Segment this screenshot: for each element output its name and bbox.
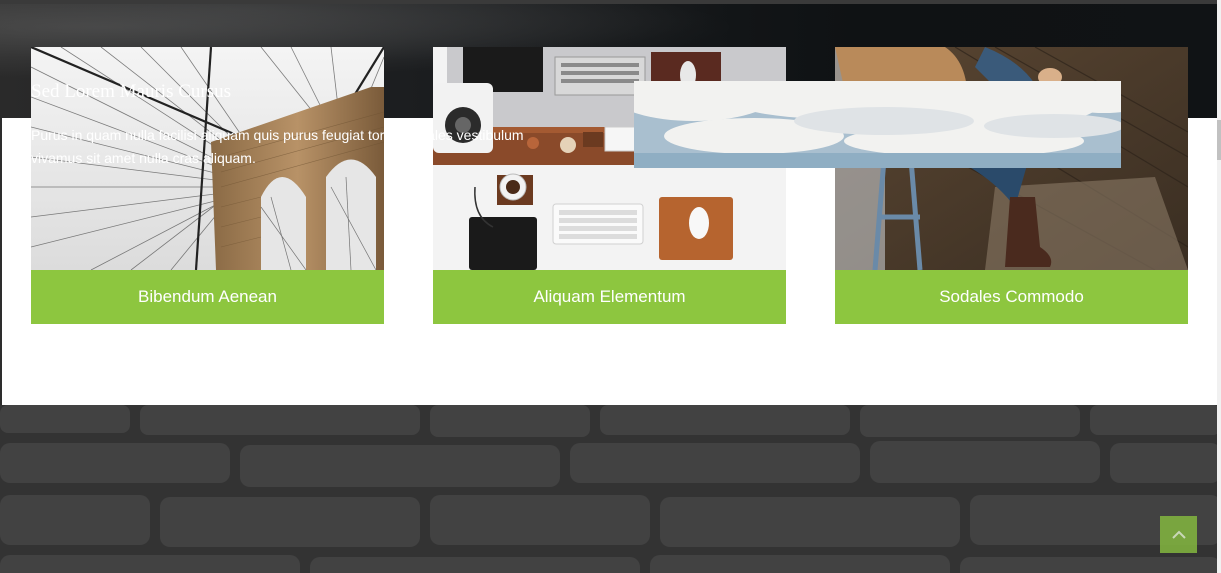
feature-title: Sed Lorem Mauris Cursus <box>31 81 232 102</box>
card-label[interactable]: Sodales Commodo <box>835 270 1188 324</box>
scrollbar-track[interactable] <box>1217 0 1221 573</box>
feature-section <box>0 405 1221 573</box>
page: Bibendum Aenean Aliquam Elementum Sodale… <box>0 0 1221 573</box>
sky-photo <box>634 81 1121 168</box>
brick-texture-background <box>0 405 1221 573</box>
card-label[interactable]: Bibendum Aenean <box>31 270 384 324</box>
card-label[interactable]: Aliquam Elementum <box>433 270 786 324</box>
feature-description: Purus in quam nulla facilisi aliquam qui… <box>31 127 524 166</box>
sky-image[interactable] <box>634 81 1121 168</box>
scroll-to-top-button[interactable] <box>1160 516 1197 553</box>
chevron-up-icon <box>1171 530 1186 539</box>
scrollbar-thumb[interactable] <box>1217 120 1221 160</box>
